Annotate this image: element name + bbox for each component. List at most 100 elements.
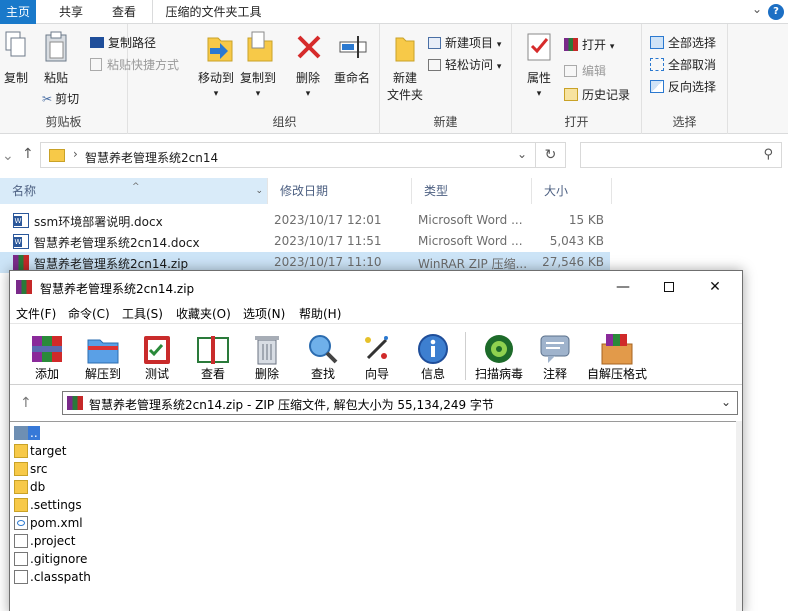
archive-path-row: ↑ 智慧养老管理系统2cn14.zip - ZIP 压缩文件, 解包大小为 55… — [10, 387, 742, 419]
folder-icon — [14, 462, 28, 476]
refresh-button[interactable]: ↻ — [536, 142, 566, 168]
maximize-button[interactable] — [646, 271, 692, 303]
menu-favorites[interactable]: 收藏夹(O) — [176, 305, 231, 322]
list-item[interactable]: .settings — [14, 496, 314, 514]
comment-icon — [540, 335, 570, 363]
comment-button[interactable]: 注释 — [530, 328, 580, 384]
file-row[interactable]: W 智慧养老管理系统2cn14.docx 2023/10/17 11:51 Mi… — [0, 231, 610, 252]
chevron-down-icon: ⌄ — [720, 395, 731, 409]
address-input[interactable]: › 智慧养老管理系统2cn14 ⌄ — [40, 142, 536, 168]
new-item-button[interactable]: 新建项目 ▾ — [428, 34, 501, 51]
list-item[interactable]: .project — [14, 532, 314, 550]
new-group: 新建 文件夹 新建项目 ▾ 轻松访问 ▾ 新建 — [380, 24, 512, 134]
new-folder-icon — [395, 37, 415, 62]
new-item-icon — [428, 37, 441, 49]
menu-commands[interactable]: 命令(C) — [68, 305, 110, 322]
list-item[interactable]: .classpath — [14, 568, 314, 586]
menu-options[interactable]: 选项(N) — [243, 305, 285, 322]
winrar-toolbar: 添加 解压到 测试 查看 删除 查找 向导 信息 扫描病毒 注释 自解压格式 — [10, 323, 742, 385]
delete-archive-button[interactable]: 删除 — [242, 328, 292, 384]
list-item[interactable]: target — [14, 442, 314, 460]
history-button[interactable]: 历史记录 — [564, 86, 630, 103]
menu-tools[interactable]: 工具(S) — [122, 305, 163, 322]
find-button[interactable]: 查找 — [298, 328, 348, 384]
list-item[interactable]: pom.xml — [14, 514, 314, 532]
column-type[interactable]: 类型 — [412, 178, 532, 204]
search-input[interactable]: ⚲ — [580, 142, 782, 168]
list-item[interactable]: .. — [14, 424, 314, 442]
select-all-button[interactable]: 全部选择 — [650, 34, 716, 51]
menu-help[interactable]: 帮助(H) — [299, 305, 341, 322]
up-arrow-icon[interactable]: ↑ — [22, 146, 34, 162]
chevron-down-icon[interactable]: ⌄ — [517, 147, 527, 161]
help-icon[interactable]: ? — [768, 4, 784, 20]
invert-selection-icon — [650, 80, 664, 93]
list-item[interactable]: src — [14, 460, 314, 478]
recent-locations-icon[interactable]: ⌄ — [2, 148, 14, 164]
up-arrow-icon[interactable]: ↑ — [20, 395, 32, 411]
column-name[interactable]: 名称 ^ ⌄ — [0, 178, 268, 204]
tab-share[interactable]: 共享 — [46, 0, 96, 24]
winrar-icon — [13, 255, 29, 270]
archive-file-list: .. target src db .settings pom.xml .proj… — [10, 421, 742, 611]
properties-icon — [527, 33, 551, 61]
clipboard-group: 复制 粘贴 复制路径 粘贴快捷方式 ✂ 剪切 剪贴板 — [0, 24, 179, 134]
add-archive-icon — [32, 336, 62, 362]
add-button[interactable]: 添加 — [22, 328, 72, 384]
delete-x-icon — [297, 35, 321, 59]
folder-icon — [49, 149, 65, 162]
winrar-window: 智慧养老管理系统2cn14.zip — ✕ 文件(F) 命令(C) 工具(S) … — [9, 270, 743, 611]
file-row[interactable]: W ssm环境部署说明.docx 2023/10/17 12:01 Micros… — [0, 210, 610, 231]
chevron-down-icon: ▾ — [496, 62, 502, 72]
parent-folder-icon — [14, 426, 28, 440]
copy-path-icon — [90, 37, 104, 48]
cut-button[interactable]: ✂ 剪切 — [42, 90, 79, 107]
xml-file-icon — [14, 516, 28, 530]
folder-icon — [14, 444, 28, 458]
info-button[interactable]: 信息 — [408, 328, 458, 384]
open-button[interactable]: 打开 ▾ — [564, 36, 614, 53]
history-icon — [564, 88, 578, 101]
clipboard-group-label: 剪贴板 — [45, 115, 82, 129]
archive-path-dropdown[interactable]: 智慧养老管理系统2cn14.zip - ZIP 压缩文件, 解包大小为 55,1… — [62, 391, 738, 415]
minimize-button[interactable]: — — [600, 271, 646, 303]
chevron-down-icon: ▾ — [255, 89, 261, 99]
edit-icon — [564, 65, 577, 77]
test-button[interactable]: 测试 — [132, 328, 182, 384]
menu-file[interactable]: 文件(F) — [16, 305, 56, 322]
column-date[interactable]: 修改日期 — [268, 178, 412, 204]
copy-path-button[interactable]: 复制路径 — [90, 34, 156, 51]
paste-shortcut-button[interactable]: 粘贴快捷方式 — [90, 56, 179, 73]
ribbon-tabs: 主页 共享 查看 压缩的文件夹工具 ⌄ ? — [0, 0, 788, 24]
chevron-down-icon: ⌄ — [255, 186, 263, 196]
extract-to-button[interactable]: 解压到 — [78, 328, 128, 384]
scan-virus-button[interactable]: 扫描病毒 — [474, 328, 524, 384]
tab-home[interactable]: 主页 — [0, 0, 36, 24]
move-to-icon — [207, 37, 233, 62]
easy-access-button[interactable]: 轻松访问 ▾ — [428, 56, 501, 73]
word-icon: W — [13, 234, 29, 249]
wizard-button[interactable]: 向导 — [352, 328, 402, 384]
select-none-button[interactable]: 全部取消 — [650, 56, 716, 73]
open-group-label: 打开 — [564, 115, 589, 129]
chevron-down-icon[interactable]: ⌄ — [752, 2, 762, 16]
invert-selection-button[interactable]: 反向选择 — [650, 78, 716, 95]
vertical-scrollbar[interactable] — [736, 421, 742, 611]
easy-access-icon — [428, 59, 441, 71]
folder-icon — [14, 498, 28, 512]
edit-button[interactable]: 编辑 — [564, 62, 606, 79]
list-item[interactable]: db — [14, 478, 314, 496]
close-button[interactable]: ✕ — [692, 271, 738, 303]
tab-compressed-folder-tools[interactable]: 压缩的文件夹工具 — [152, 0, 274, 24]
breadcrumb: 智慧养老管理系统2cn14 — [85, 151, 219, 165]
winrar-title-bar[interactable]: 智慧养老管理系统2cn14.zip — ✕ — [10, 271, 742, 303]
file-icon — [14, 570, 28, 584]
sfx-button[interactable]: 自解压格式 — [587, 328, 647, 384]
list-item[interactable]: .gitignore — [14, 550, 314, 568]
select-none-icon — [650, 58, 664, 71]
chevron-down-icon: ▾ — [496, 40, 502, 50]
ribbon: 复制 粘贴 复制路径 粘贴快捷方式 ✂ 剪切 剪贴板 移动到 ▾ 复制到 ▾ 删… — [0, 24, 788, 134]
tab-view[interactable]: 查看 — [98, 0, 150, 24]
view-button[interactable]: 查看 — [188, 328, 238, 384]
column-size[interactable]: 大小 — [532, 178, 612, 204]
